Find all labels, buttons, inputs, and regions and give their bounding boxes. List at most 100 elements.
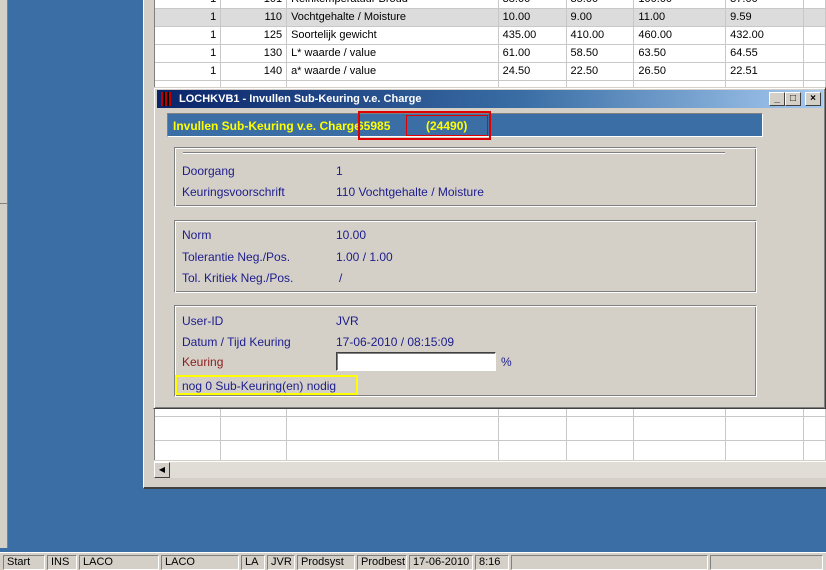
table-cell-desc: Soortelijk gewicht <box>286 26 499 45</box>
voorschrift-value: 110 Vochtgehalte / Moisture <box>336 185 484 199</box>
status-laco-2: LACO <box>161 555 239 570</box>
table-cell-code: 101 <box>220 0 288 9</box>
empty-cell <box>803 440 826 460</box>
empty-cell <box>155 416 222 441</box>
table-cell-seq: 1 <box>155 26 222 45</box>
empty-cell <box>220 416 288 441</box>
norm-label: Norm <box>182 228 212 242</box>
status-user: JVR <box>267 555 295 570</box>
empty-cell <box>286 416 499 441</box>
table-cell-c4: 432.00 <box>725 26 804 45</box>
status-empty-2 <box>710 555 823 570</box>
empty-row <box>155 440 826 460</box>
empty-cell <box>498 440 567 460</box>
header-label: Invullen Sub-Keuring v.e. Charge <box>173 119 361 133</box>
table-cell-c4: 37.00 <box>725 0 804 9</box>
sub-keuring-dialog: LOCHKVB1 - Invullen Sub-Keuring v.e. Cha… <box>153 87 826 409</box>
status-bar: Start INS LACO LACO LA JVR Prodsyst Prod… <box>0 552 826 570</box>
left-window-divider <box>0 203 8 204</box>
empty-cell <box>566 416 635 441</box>
status-la: LA <box>241 555 265 570</box>
app-icon <box>161 92 171 106</box>
table-cell-c3: 63.50 <box>633 44 727 63</box>
scroll-left-icon[interactable]: ◀ <box>154 462 170 478</box>
table-cell-code: 110 <box>220 8 288 27</box>
table-cell-code: 130 <box>220 44 288 63</box>
dialog-title: LOCHKVB1 - Invullen Sub-Keuring v.e. Cha… <box>179 93 422 105</box>
group-norm: Norm 10.00 Tolerantie Neg./Pos. 1.00 / 1… <box>174 220 757 293</box>
table-cell-desc: L* waarde / value <box>286 44 499 63</box>
empty-cell <box>803 416 826 441</box>
table-cell-c3: 26.50 <box>633 62 727 81</box>
table-row[interactable]: 1 125 Soortelijk gewicht 435.00 410.00 460.00… <box>155 26 826 45</box>
voorschrift-label: Keuringsvoorschrift <box>182 185 285 199</box>
doorgang-label: Doorgang <box>182 164 235 178</box>
empty-cell <box>633 440 727 460</box>
table-row[interactable]: 1 140 a* waarde / value 24.50 22.50 26.50 22.5… <box>155 62 826 81</box>
table-cell-seq: 1 <box>155 0 222 9</box>
table-cell-c2: 9.00 <box>566 8 635 27</box>
table-cell-c1: 10.00 <box>498 8 567 27</box>
horizontal-scrollbar[interactable]: ◀ <box>154 461 826 478</box>
status-laco-1: LACO <box>79 555 159 570</box>
empty-cell <box>220 440 288 460</box>
table-cell-c1: 61.00 <box>498 44 567 63</box>
keuring-unit: % <box>501 355 512 369</box>
table-cell-desc: Reinkemperatuur Broud <box>286 0 499 9</box>
separator-line <box>183 152 725 154</box>
yellow-highlight-box: nog 0 Sub-Keuring(en) nodig <box>175 375 358 395</box>
table-cell-c1: 435.00 <box>498 26 567 45</box>
status-start[interactable]: Start <box>3 555 45 570</box>
minimize-button[interactable]: _ <box>769 92 785 106</box>
table-cell-c3: 100.00 <box>633 0 727 9</box>
status-time: 8:16 <box>475 555 509 570</box>
status-ins: INS <box>47 555 77 570</box>
table-row[interactable]: 1101Reinkemperatuur Broud38.0035.00100.0… <box>155 0 826 9</box>
table-row[interactable]: 1 110 Vochtgehalte / Moisture 10.00 9.00 11.0… <box>155 8 826 27</box>
empty-cell <box>498 416 567 441</box>
table-cell-c1: 38.00 <box>498 0 567 9</box>
empty-cell <box>566 440 635 460</box>
table-cell-seq: 1 <box>155 62 222 81</box>
table-cell-empty <box>803 0 826 9</box>
tol-kritiek-label: Tol. Kritiek Neg./Pos. <box>182 271 294 285</box>
doorgang-value: 1 <box>336 164 343 178</box>
empty-cell <box>155 440 222 460</box>
empty-cell <box>633 416 727 441</box>
group-keuring: User-ID JVR Datum / Tijd Keuring 17-06-2… <box>174 305 757 397</box>
table-cell-c2: 35.00 <box>566 0 635 9</box>
empty-cell <box>286 440 499 460</box>
table-cell-c2: 410.00 <box>566 26 635 45</box>
group-doorgang: Doorgang 1 Keuringsvoorschrift 110 Vocht… <box>174 147 757 207</box>
empty-cell <box>725 440 804 460</box>
close-button[interactable]: × <box>805 92 821 106</box>
table-cell-desc: a* waarde / value <box>286 62 499 81</box>
status-prodsyst: Prodsyst <box>297 555 355 570</box>
sub-keuring-note: nog 0 Sub-Keuring(en) nodig <box>182 379 337 393</box>
maximize-button[interactable]: □ <box>785 92 801 106</box>
status-prodbest: Prodbest <box>357 555 407 570</box>
table-cell-c1: 24.50 <box>498 62 567 81</box>
table-cell-seq: 1 <box>155 44 222 63</box>
dialog-titlebar[interactable]: LOCHKVB1 - Invullen Sub-Keuring v.e. Cha… <box>157 90 823 108</box>
table-cell-desc: Vochtgehalte / Moisture <box>286 8 499 27</box>
table-row[interactable]: 1 130 L* waarde / value 61.00 58.50 63.50 64.5… <box>155 44 826 63</box>
table-cell-c4: 64.55 <box>725 44 804 63</box>
user-id-value: JVR <box>336 314 359 328</box>
table-cell-c3: 460.00 <box>633 26 727 45</box>
table-cell-empty <box>803 44 826 63</box>
datum-value: 17-06-2010 / 08:15:09 <box>336 335 455 349</box>
norm-value: 10.00 <box>336 228 367 242</box>
keuring-input[interactable] <box>336 352 496 371</box>
left-window-edge <box>0 0 8 548</box>
empty-cell <box>725 416 804 441</box>
table-cell-c2: 58.50 <box>566 44 635 63</box>
keuring-label: Keuring <box>182 355 224 369</box>
table-cell-c2: 22.50 <box>566 62 635 81</box>
table-cell-code: 125 <box>220 26 288 45</box>
empty-row <box>155 416 826 441</box>
tolerantie-value: 1.00 / 1.00 <box>336 250 393 264</box>
table-cell-c3: 11.00 <box>633 8 727 27</box>
table-cell-code: 140 <box>220 62 288 81</box>
tolerantie-label: Tolerantie Neg./Pos. <box>182 250 291 264</box>
